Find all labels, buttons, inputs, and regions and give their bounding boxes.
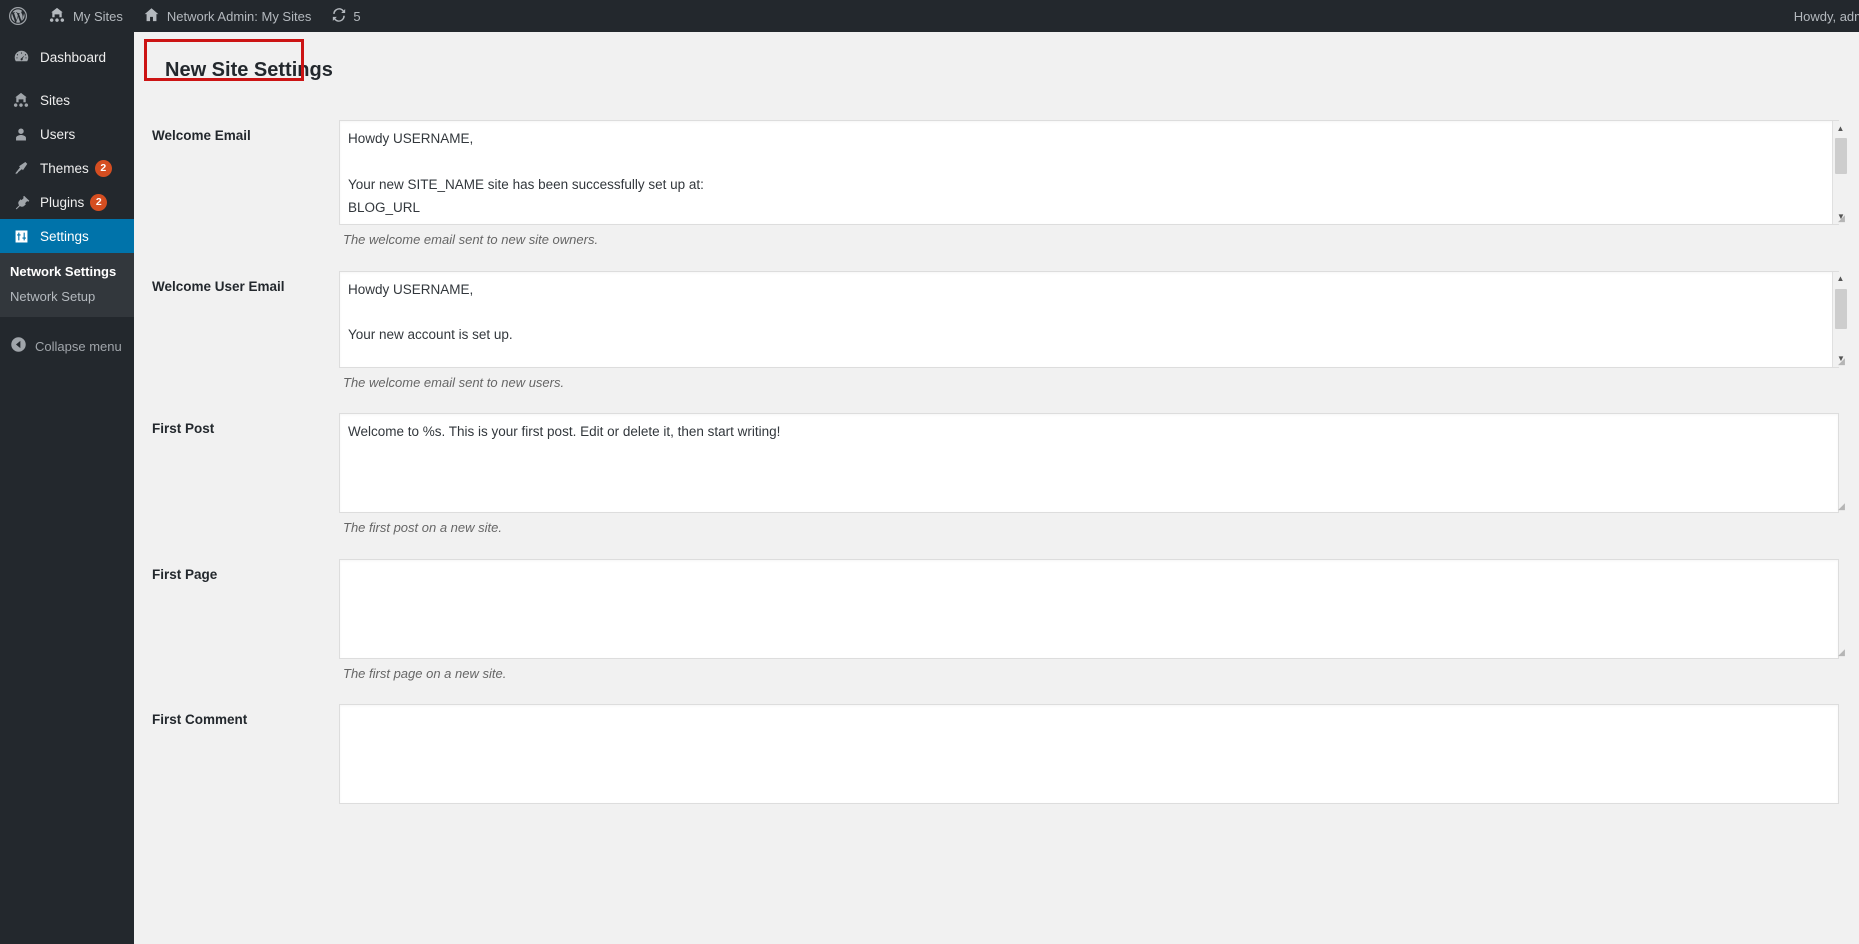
adminbar-network-admin[interactable]: Network Admin: My Sites bbox=[133, 0, 322, 32]
welcome-user-email-scrollbar[interactable]: ▲ ▼ bbox=[1832, 271, 1848, 367]
field-label-first-comment: First Comment bbox=[152, 712, 248, 727]
home-icon bbox=[143, 7, 160, 26]
sidebar-subitem-network-settings[interactable]: Network Settings bbox=[0, 259, 134, 284]
first-comment-wrap bbox=[339, 704, 1849, 804]
sidebar-item-label: Sites bbox=[40, 92, 71, 108]
plugins-plug-icon bbox=[10, 192, 32, 212]
content-area: New Site Settings Welcome Email ▲ ▼ ◢ bbox=[134, 32, 1859, 944]
first-comment-textarea[interactable] bbox=[339, 704, 1839, 804]
scroll-up-arrow-icon[interactable]: ▲ bbox=[1833, 272, 1848, 287]
form-row-first-post: First Post ◢ The first post on a new sit… bbox=[134, 400, 1859, 546]
users-icon bbox=[10, 124, 32, 144]
scroll-thumb[interactable] bbox=[1835, 288, 1847, 329]
themes-brush-icon bbox=[10, 158, 32, 178]
sidebar-primary-group: Dashboard Sites Users Themes 2 Plugins 2… bbox=[0, 32, 134, 253]
textarea-resize-handle[interactable]: ◢ bbox=[1838, 647, 1847, 657]
sidebar-item-label: Users bbox=[40, 126, 76, 142]
sidebar-subitem-network-setup[interactable]: Network Setup bbox=[0, 284, 134, 309]
sidebar-item-sites[interactable]: Sites bbox=[0, 83, 134, 117]
welcome-email-scrollbar[interactable]: ▲ ▼ bbox=[1832, 121, 1848, 224]
collapse-menu-label: Collapse menu bbox=[35, 338, 122, 354]
scroll-up-arrow-icon[interactable]: ▲ bbox=[1833, 121, 1848, 136]
scroll-thumb[interactable] bbox=[1835, 138, 1847, 174]
wordpress-logo-icon bbox=[8, 6, 28, 26]
update-arrows-icon bbox=[331, 7, 347, 26]
collapse-left-arrow-icon bbox=[10, 336, 27, 356]
sidebar-item-users[interactable]: Users bbox=[0, 117, 134, 151]
adminbar-my-sites[interactable]: My Sites bbox=[38, 0, 133, 32]
sidebar-item-label: Plugins bbox=[40, 194, 85, 210]
first-page-textarea[interactable] bbox=[339, 558, 1839, 659]
field-label-first-post: First Post bbox=[152, 421, 215, 436]
field-label-welcome-user-email: Welcome User Email bbox=[152, 278, 285, 294]
adminbar-updates[interactable]: 5 bbox=[321, 0, 370, 32]
textarea-resize-handle[interactable]: ◢ bbox=[1838, 356, 1847, 366]
welcome-email-textarea[interactable] bbox=[339, 120, 1839, 225]
field-description-first-page: The first page on a new site. bbox=[343, 665, 507, 681]
form-row-first-comment: First Comment bbox=[134, 691, 1859, 812]
field-description-first-post: The first post on a new site. bbox=[343, 520, 502, 535]
page-title: New Site Settings bbox=[165, 59, 333, 81]
wordpress-logo-button[interactable] bbox=[0, 0, 38, 32]
sidebar-separator bbox=[0, 74, 134, 83]
page-title-wrap: New Site Settings bbox=[134, 32, 1859, 94]
settings-sliders-icon bbox=[10, 226, 32, 246]
sidebar-themes-update-badge: 2 bbox=[94, 159, 112, 177]
sidebar-item-label: Settings bbox=[40, 228, 89, 244]
field-label-first-page: First Page bbox=[152, 566, 218, 582]
first-post-textarea[interactable] bbox=[339, 413, 1839, 513]
welcome-user-email-wrap: ▲ ▼ ◢ bbox=[339, 270, 1849, 368]
sidebar-item-label: Dashboard bbox=[40, 49, 107, 65]
adminbar-my-sites-label: My Sites bbox=[73, 8, 123, 24]
sidebar-item-settings[interactable]: Settings bbox=[0, 219, 134, 253]
field-description-welcome-email: The welcome email sent to new site owner… bbox=[343, 232, 599, 247]
welcome-email-wrap: ▲ ▼ ◢ bbox=[339, 120, 1849, 225]
first-page-wrap: ◢ bbox=[339, 558, 1849, 659]
sidebar-item-themes[interactable]: Themes 2 bbox=[0, 151, 134, 185]
sidebar-item-plugins[interactable]: Plugins 2 bbox=[0, 185, 134, 219]
form-row-welcome-user-email: Welcome User Email ▲ ▼ ◢ The welcome ema… bbox=[134, 258, 1859, 401]
textarea-resize-handle[interactable]: ◢ bbox=[1838, 502, 1847, 511]
form-row-welcome-email: Welcome Email ▲ ▼ ◢ The welcome email se… bbox=[134, 107, 1859, 258]
adminbar-updates-count: 5 bbox=[353, 8, 361, 24]
sites-multisite-icon bbox=[48, 7, 66, 26]
sidebar-plugins-update-badge: 2 bbox=[90, 193, 108, 211]
first-post-wrap: ◢ bbox=[339, 413, 1849, 513]
admin-bar: My Sites Network Admin: My Sites 5 Howdy… bbox=[0, 0, 1859, 32]
sidebar-item-dashboard[interactable]: Dashboard bbox=[0, 40, 134, 74]
collapse-menu-button[interactable]: Collapse menu bbox=[0, 329, 134, 363]
field-label-welcome-email: Welcome Email bbox=[152, 128, 251, 143]
dashboard-icon bbox=[10, 47, 32, 67]
sites-icon bbox=[10, 90, 32, 110]
admin-sidebar-menu: Dashboard Sites Users Themes 2 Plugins 2… bbox=[0, 32, 134, 944]
sidebar-item-label: Themes bbox=[40, 160, 89, 176]
new-site-settings-form-table: Welcome Email ▲ ▼ ◢ The welcome email se… bbox=[134, 107, 1859, 812]
sidebar-settings-submenu: Network Settings Network Setup bbox=[0, 253, 134, 317]
adminbar-howdy[interactable]: Howdy, adm bbox=[1786, 9, 1859, 24]
form-row-first-page: First Page ◢ The first page on a new sit… bbox=[134, 546, 1859, 692]
textarea-resize-handle[interactable]: ◢ bbox=[1838, 214, 1847, 223]
welcome-user-email-textarea[interactable] bbox=[339, 270, 1839, 368]
adminbar-network-admin-label: Network Admin: My Sites bbox=[166, 8, 312, 24]
field-description-welcome-user-email: The welcome email sent to new users. bbox=[343, 374, 565, 390]
